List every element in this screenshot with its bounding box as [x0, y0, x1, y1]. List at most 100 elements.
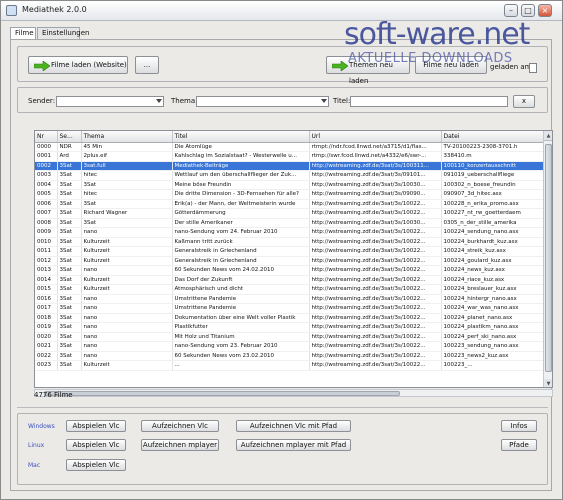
table-cell: 0013 — [35, 265, 58, 276]
table-cell: nano-Sendung vom 24. Februar 2010 — [172, 227, 310, 238]
table-cell: 3Sat — [81, 180, 173, 190]
table-cell: http://wstreaming.zdf.de/3sat/3s/09090..… — [309, 189, 442, 200]
chevron-down-icon — [156, 99, 162, 103]
table-row[interactable]: 0012 3Sat Kulturzeit Generalstreik in Griec… — [35, 256, 546, 266]
table-row[interactable]: 0015 3Sat Kulturzeit Atmosphärisch und dich… — [35, 284, 546, 295]
table-row[interactable]: 0008 3Sat 3Sat Der stille Amerikaner http://… — [35, 218, 546, 228]
titel-input[interactable] — [350, 96, 508, 107]
window-title: Mediathek 2.0.0 — [22, 5, 87, 14]
table-cell: 100223_news2_kuz.asx — [441, 351, 546, 361]
column-header-titel[interactable]: Titel — [172, 131, 310, 143]
table-row[interactable]: 0021 3Sat nano nano-Sendung vom 23. Februar… — [35, 341, 546, 352]
table-cell: 0023 — [35, 360, 58, 371]
table-row[interactable]: 0019 3Sat nano Plastikfutter http://wstreami… — [35, 322, 546, 333]
table-cell: 0000 — [35, 142, 58, 152]
table-cell: http://wstreaming.zdf.de/3sat/3s/10022..… — [309, 237, 442, 247]
table-cell: 0022 — [35, 351, 58, 361]
table-cell: Ard — [57, 151, 82, 162]
column-header-nr[interactable]: Nr — [35, 131, 58, 143]
minimize-button[interactable]: – — [504, 4, 518, 17]
scroll-up-icon[interactable]: ▲ — [544, 131, 552, 141]
table-row[interactable]: 0011 3Sat Kulturzeit Generalstreik in Griec… — [35, 246, 546, 257]
horizontal-scroll-thumb[interactable] — [44, 391, 400, 396]
table-cell: Kulturzeit — [81, 246, 173, 257]
films-table[interactable]: Nr Se... Thema Titel Url Datei 0000 NDR 45… — [34, 130, 553, 388]
mac-play-vlc-button[interactable]: Abspielen Vlc — [66, 459, 126, 471]
sender-combobox[interactable] — [56, 96, 164, 107]
table-row[interactable]: 0006 3Sat 3Sat Erik(a) - der Mann, der Welt… — [35, 199, 546, 209]
table-cell: 100224_burkhardt_kuz.asx — [441, 237, 546, 247]
table-cell: 3sat.full — [81, 161, 173, 171]
table-row[interactable]: 0010 3Sat Kulturzeit Kaßmann tritt zurück ht… — [35, 237, 546, 247]
table-cell: Dokumentation über eine Welt voller Plas… — [172, 313, 310, 323]
table-cell: 3Sat — [57, 189, 82, 200]
table-cell: nano — [81, 341, 173, 352]
table-cell: 338410.m — [441, 151, 546, 162]
column-header-sender[interactable]: Se... — [57, 131, 82, 143]
table-cell: 100224_perf_ski_nano.asx — [441, 332, 546, 342]
linux-play-vlc-button[interactable]: Abspielen Vlc — [66, 439, 126, 451]
table-cell: 0019 — [35, 322, 58, 333]
table-cell: http://wstreaming.zdf.de/3sat/3s/10022..… — [309, 332, 442, 342]
table-cell: 0005 — [35, 189, 58, 200]
table-cell: http://wstreaming.zdf.de/3sat/3s/10022..… — [309, 351, 442, 361]
table-cell: nano — [81, 332, 173, 342]
table-row[interactable]: 0022 3Sat nano 60 Sekunden News vom 23.02.2… — [35, 351, 546, 361]
table-row[interactable]: 0017 3Sat nano Umstrittene Pandemie http://w… — [35, 303, 546, 314]
tab-einstellungen[interactable]: Einstellungen — [37, 27, 89, 39]
infos-button[interactable]: Infos — [501, 420, 537, 432]
table-cell: 60 Sekunden News vom 23.02.2010 — [172, 351, 310, 361]
table-cell: nano — [81, 303, 173, 314]
table-row[interactable]: 0023 3Sat Kulturzeit... http://wstreaming.z… — [35, 360, 546, 371]
table-cell: rtmpt://ndr.fcod.llnwd.net/a3715/d1/flas… — [309, 142, 442, 152]
table-cell: Die dritte Dimension - 3D-Fernsehen für … — [172, 189, 310, 200]
table-cell: 100227_nt_rw_goetterdaem — [441, 208, 546, 219]
table-row[interactable]: 0004 3Sat 3Sat Meine böse Freundin http://ws… — [35, 180, 546, 190]
more-options-button[interactable]: ... — [135, 56, 159, 74]
table-row[interactable]: 0020 3Sat nano Mit Holz und Titanium http://… — [35, 332, 546, 342]
table-cell: 3Sat — [57, 303, 82, 314]
table-row[interactable]: 0007 3Sat Richard Wagner Götterdämmerung htt… — [35, 208, 546, 219]
table-row[interactable]: 0009 3Sat nano nano-Sendung vom 24. Februar… — [35, 227, 546, 238]
table-row[interactable]: 0014 3Sat Kulturzeit Das Dorf der Zukunft ht… — [35, 275, 546, 285]
maximize-button[interactable]: □ — [521, 4, 535, 17]
column-header-url[interactable]: Url — [309, 131, 442, 143]
vertical-scrollbar[interactable]: ▲ ▼ — [543, 131, 552, 387]
close-button[interactable]: × — [538, 4, 552, 17]
table-cell: 100224_planet_nano.asx — [441, 313, 546, 323]
table-cell: 3Sat — [81, 199, 173, 209]
thema-combobox[interactable] — [196, 96, 329, 107]
horizontal-scrollbar[interactable] — [34, 389, 553, 397]
scroll-down-icon[interactable]: ▼ — [544, 379, 552, 387]
load-films-website-button[interactable]: Filme laden (Website) — [28, 56, 128, 74]
table-cell: Mediathek-Beiträge — [172, 161, 310, 171]
linux-label: Linux — [28, 442, 45, 449]
windows-play-vlc-button[interactable]: Abspielen Vlc — [66, 420, 126, 432]
linux-record-mplayer-path-button[interactable]: Aufzeichnen mplayer mit Pfad — [236, 439, 351, 451]
table-row[interactable]: 0003 3Sat hitec Wettlauf um den überschallf… — [35, 170, 546, 181]
linux-record-mplayer-button[interactable]: Aufzeichnen mplayer — [141, 439, 219, 451]
titel-label: Titel: — [333, 97, 351, 105]
table-cell: 100224_breslauer_kuz.asx — [441, 284, 546, 295]
windows-record-vlc-path-button[interactable]: Aufzeichnen Vlc mit Pfad — [236, 420, 351, 432]
table-cell: 3Sat — [57, 161, 82, 171]
table-row[interactable]: 0002 3Sat 3sat.full Mediathek-Beiträge http:… — [35, 161, 546, 171]
column-header-datei[interactable]: Datei — [441, 131, 546, 143]
vertical-scroll-thumb[interactable] — [545, 144, 552, 372]
table-cell: 0010 — [35, 237, 58, 247]
table-cell: Richard Wagner — [81, 208, 173, 219]
table-cell: nano — [81, 313, 173, 323]
table-row[interactable]: 0018 3Sat nano Dokumentation über eine Welt… — [35, 313, 546, 323]
table-row[interactable]: 0016 3Sat nano Umstrittene Pandemie http://w… — [35, 294, 546, 304]
table-cell: 100224_riace_kuz.asx — [441, 275, 546, 285]
table-cell: http://wstreaming.zdf.de/3sat/3s/10030..… — [309, 218, 442, 228]
table-cell: http://wstreaming.zdf.de/3sat/3s/10022..… — [309, 322, 442, 333]
windows-record-vlc-button[interactable]: Aufzeichnen Vlc — [141, 420, 219, 432]
table-row[interactable]: 0000 NDR 45 Min Die Atomlüge rtmpt://ndr.fco… — [35, 142, 546, 152]
table-row[interactable]: 0001 Ard 2plus.eif Kahlschlag im Sozialstaa… — [35, 151, 546, 162]
clear-filter-button[interactable]: x — [513, 95, 535, 108]
table-row[interactable]: 0005 3Sat hitec Die dritte Dimension - 3D-F… — [35, 189, 546, 200]
pfade-button[interactable]: Pfade — [501, 439, 537, 451]
column-header-thema[interactable]: Thema — [81, 131, 173, 143]
table-row[interactable]: 0013 3Sat nano 60 Sekunden News vom 24.02.2… — [35, 265, 546, 276]
